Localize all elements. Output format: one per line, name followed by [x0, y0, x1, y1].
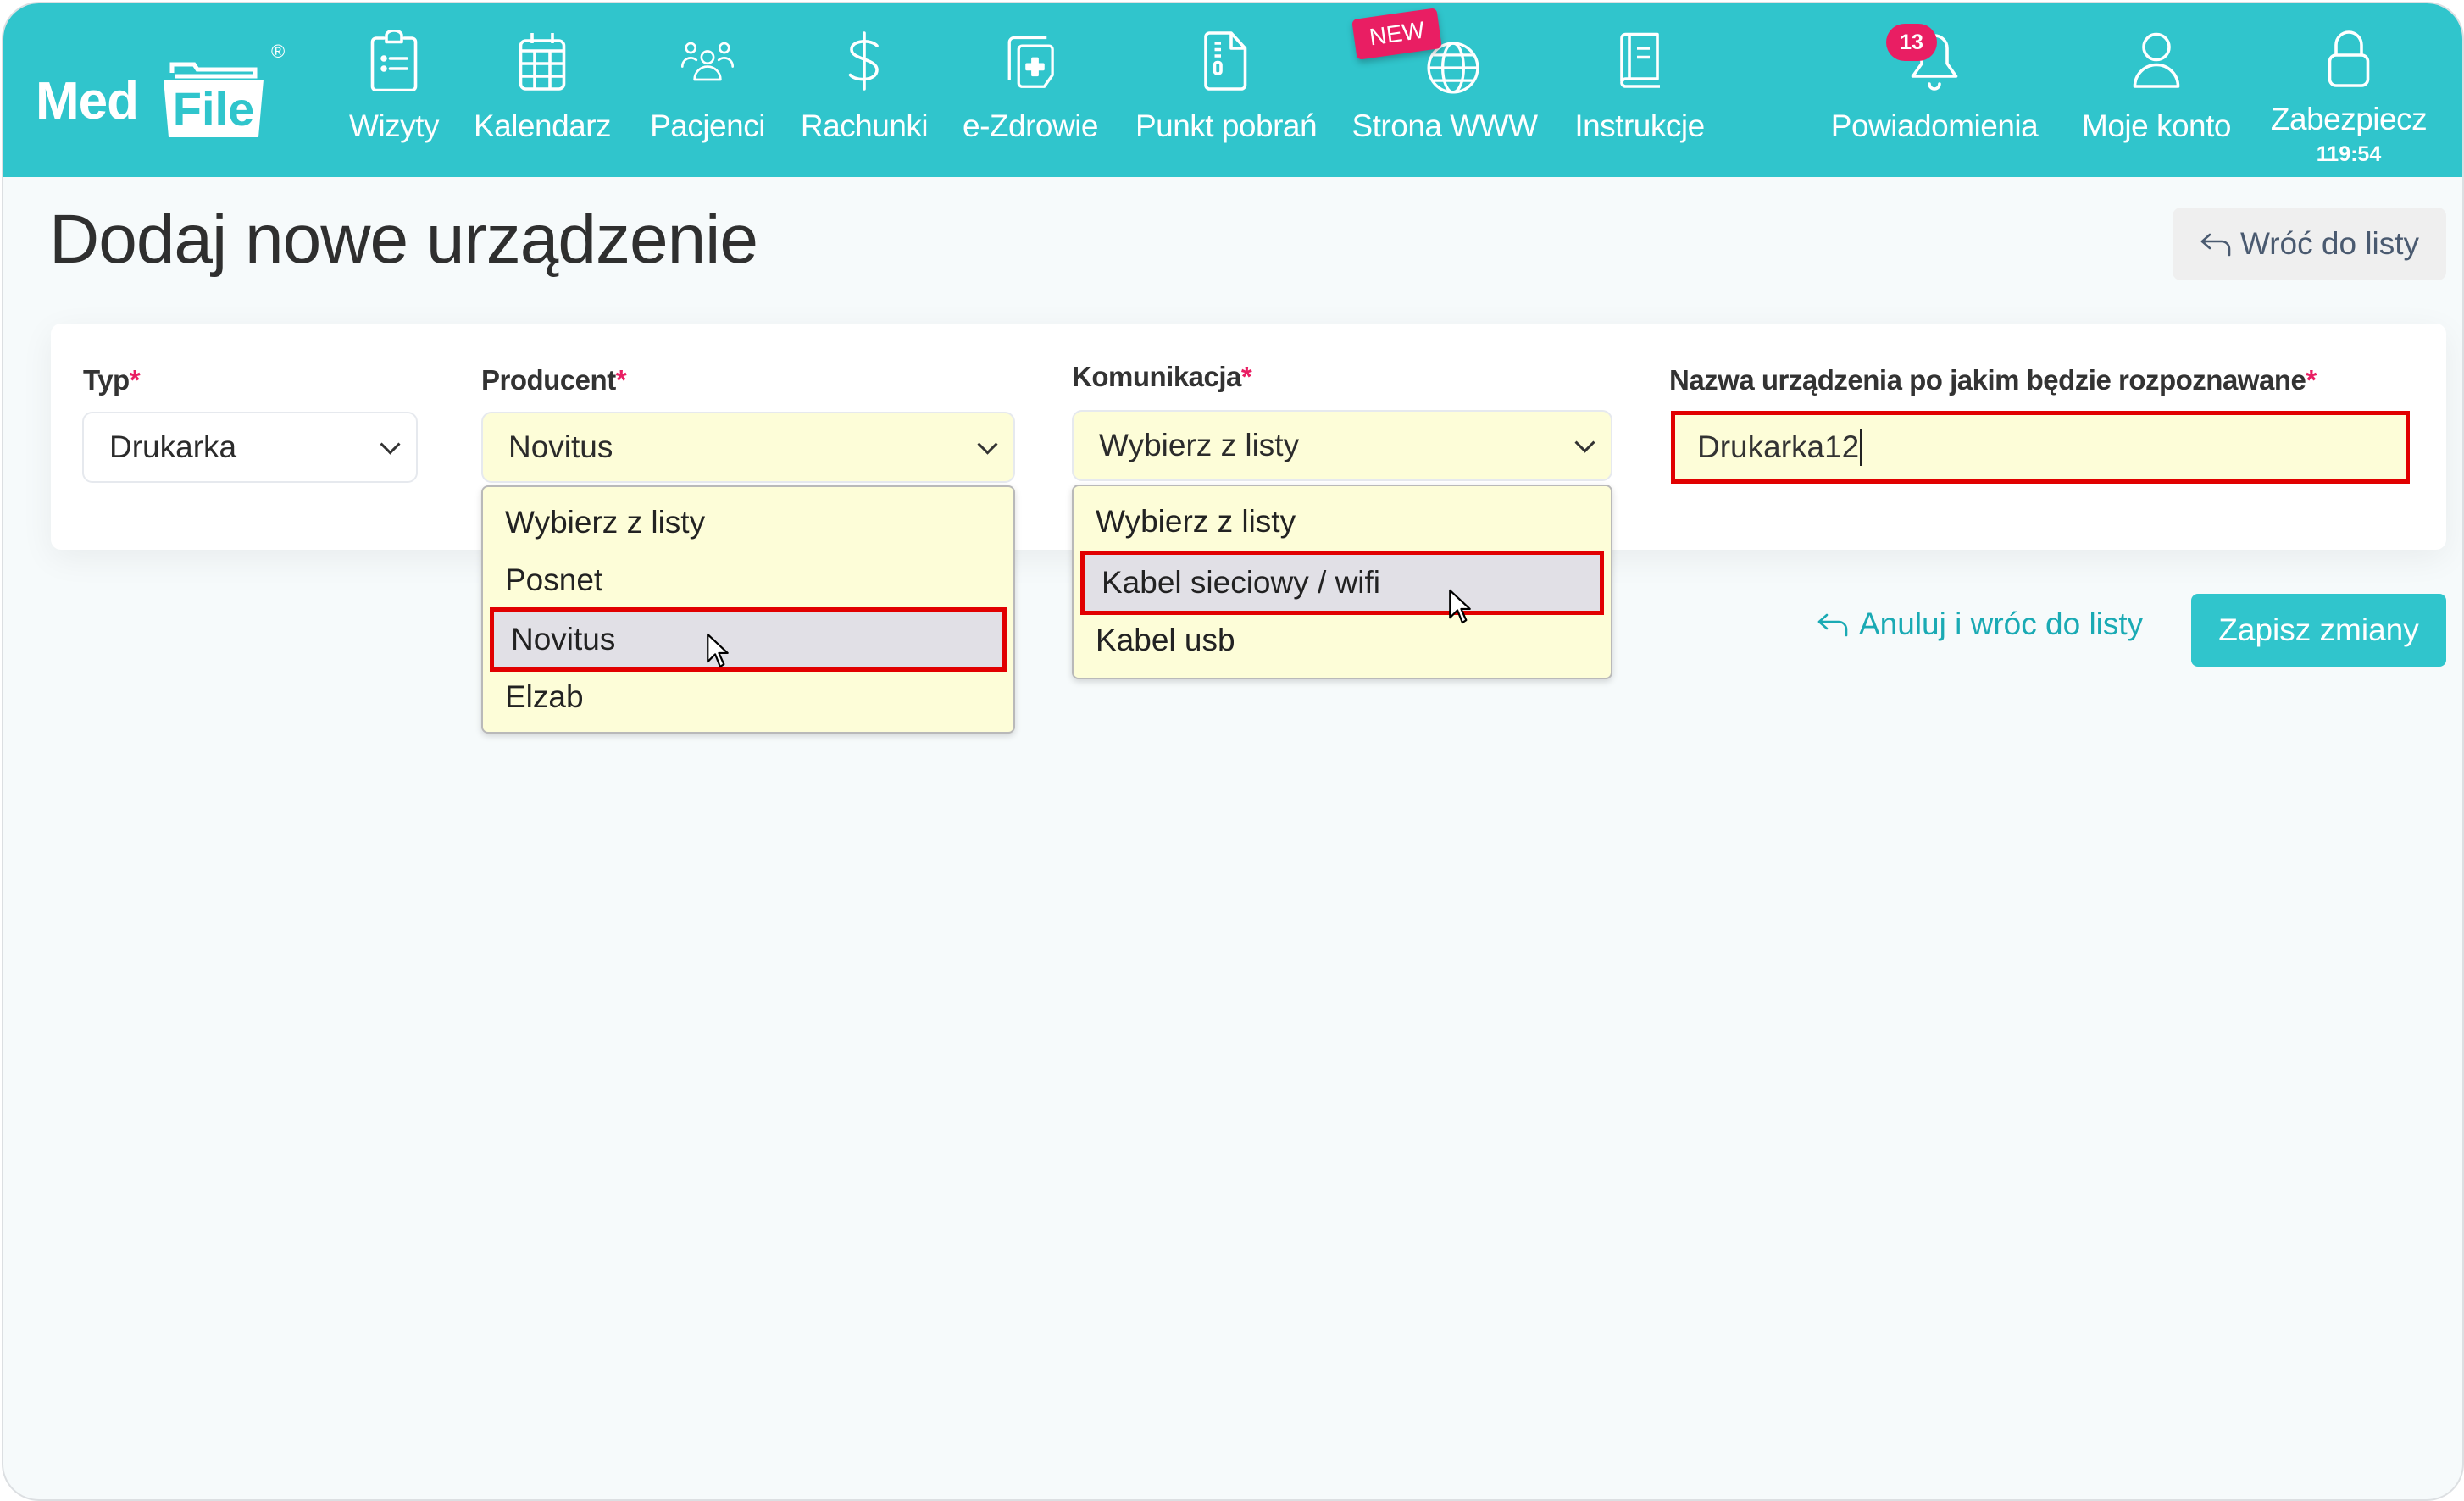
nav-label: e-Zdrowie [963, 108, 1099, 143]
komunikacja-select-value: Wybierz z listy [1099, 428, 1300, 462]
user-icon [2127, 27, 2186, 95]
back-to-list-button[interactable]: Wróć do listy [2173, 208, 2446, 280]
nav-label: Rachunki [800, 108, 929, 143]
nav-instrukcje[interactable]: Instrukcje [1568, 27, 1712, 154]
app-window: Med File ® Wizyty Kalendarz Pacjenci Rac… [2, 2, 2464, 1501]
nav-label: Zabezpiecz [2270, 102, 2428, 136]
nav-e-zdrowie[interactable]: e-Zdrowie [959, 27, 1102, 154]
required-mark: * [1240, 361, 1252, 392]
mouse-pointer-icon [1449, 589, 1471, 624]
komunikacja-select[interactable]: Wybierz z listy [1072, 410, 1612, 481]
nav-zabezpiecz[interactable]: Zabezpiecz 119:54 [2266, 27, 2432, 166]
producent-label: Producent* [481, 364, 627, 396]
mouse-pointer-icon [707, 633, 729, 668]
nav-pacjenci[interactable]: Pacjenci [644, 27, 771, 154]
notification-count-badge: 13 [1886, 24, 1937, 61]
required-mark: * [129, 364, 141, 396]
komunikacja-dropdown-list: Wybierz z listy Kabel sieciowy / wifi Ka… [1072, 485, 1612, 679]
users-icon [678, 27, 737, 95]
komunikacja-option[interactable]: Wybierz z listy [1074, 493, 1611, 551]
nav-label: Powiadomienia [1830, 108, 2039, 143]
producent-option[interactable]: Wybierz z listy [483, 494, 1013, 551]
nav-punkt-pobran[interactable]: Punkt pobrań [1130, 27, 1322, 154]
typ-label: Typ* [83, 364, 141, 396]
typ-select[interactable]: Drukarka [82, 412, 418, 483]
nav-label: Punkt pobrań [1135, 108, 1318, 143]
nazwa-label: Nazwa urządzenia po jakim będzie rozpozn… [1669, 364, 2317, 396]
text-caret [1860, 429, 1862, 466]
registered-mark: ® [271, 41, 286, 62]
producent-select[interactable]: Novitus [481, 412, 1015, 483]
komunikacja-option[interactable]: Kabel usb [1074, 612, 1611, 669]
cancel-label: Anuluj i wróc do listy [1859, 606, 2144, 641]
required-mark: * [615, 364, 627, 396]
logo-folder-icon: File [164, 62, 264, 137]
nav-wizyty[interactable]: Wizyty [344, 27, 444, 154]
medfile-logo[interactable]: Med File ® [36, 37, 290, 139]
nav-label: Kalendarz [473, 108, 612, 143]
producent-label-text: Producent [481, 364, 616, 396]
nav-rachunki[interactable]: Rachunki [798, 27, 930, 154]
logo-text-file: File [173, 82, 254, 136]
komunikacja-label-text: Komunikacja [1072, 361, 1241, 392]
lock-icon [2319, 27, 2378, 88]
nav-label: Wizyty [349, 108, 439, 143]
nav-moje-konto[interactable]: Moje konto [2076, 27, 2237, 154]
producent-option[interactable]: Posnet [483, 551, 1013, 609]
nav-label: Moje konto [2082, 108, 2232, 143]
required-mark: * [2306, 364, 2317, 396]
chevron-down-icon [977, 434, 998, 455]
typ-select-value: Drukarka [109, 429, 237, 464]
nav-label: Instrukcje [1574, 108, 1705, 143]
save-changes-button[interactable]: Zapisz zmiany [2191, 594, 2446, 667]
back-arrow-icon [2200, 233, 2231, 257]
medical-docs-icon [1001, 27, 1060, 95]
device-name-input[interactable]: Drukarka12 [1671, 411, 2410, 484]
page-title: Dodaj nowe urządzenie [49, 201, 758, 278]
device-name-value: Drukarka12 [1697, 429, 1860, 464]
komunikacja-label: Komunikacja* [1072, 361, 1252, 393]
document-icon [1196, 27, 1256, 95]
nav-label: Strona WWW [1351, 108, 1538, 143]
clipboard-list-icon [364, 27, 424, 95]
cancel-and-return-link[interactable]: Anuluj i wróc do listy [1817, 606, 2143, 642]
nazwa-label-text: Nazwa urządzenia po jakim będzie rozpozn… [1669, 364, 2306, 396]
chevron-down-icon [1574, 432, 1595, 453]
calendar-icon [513, 27, 572, 95]
nav-kalendarz[interactable]: Kalendarz [469, 27, 615, 154]
chevron-down-icon [380, 434, 401, 455]
producent-option[interactable]: Elzab [483, 668, 1013, 726]
dollar-icon [835, 27, 894, 95]
book-icon [1610, 27, 1669, 95]
producent-select-value: Novitus [508, 429, 613, 464]
komunikacja-option-highlighted[interactable]: Kabel sieciowy / wifi [1080, 551, 1604, 615]
back-arrow-icon [1817, 613, 1848, 637]
session-timer: 119:54 [2316, 142, 2382, 166]
logo-text-med: Med [36, 72, 139, 130]
top-navigation-bar: Med File ® Wizyty Kalendarz Pacjenci Rac… [3, 3, 2462, 177]
back-to-list-label: Wróć do listy [2239, 226, 2420, 261]
producent-dropdown-list: Wybierz z listy Posnet Novitus Elzab [481, 485, 1015, 734]
producent-option-highlighted[interactable]: Novitus [490, 607, 1007, 672]
typ-label-text: Typ [83, 364, 130, 396]
nav-label: Pacjenci [650, 108, 765, 143]
